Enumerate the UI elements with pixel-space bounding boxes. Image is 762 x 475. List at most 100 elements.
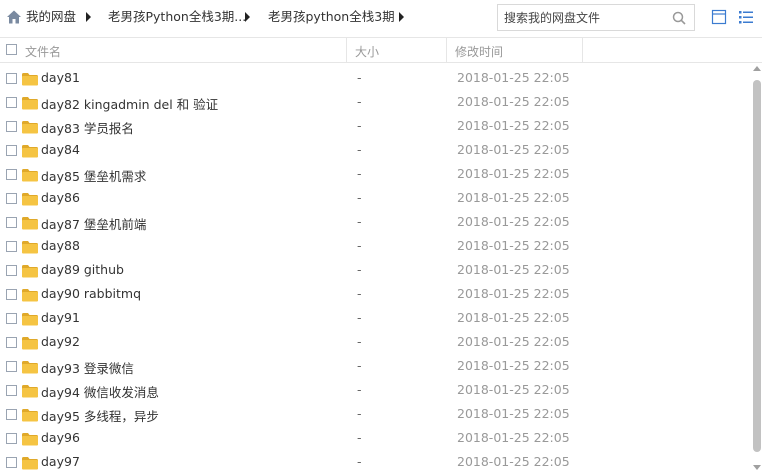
file-row[interactable]: day84 - 2018-01-25 22:05 (0, 138, 750, 162)
select-all-checkbox[interactable] (6, 44, 17, 55)
file-modified-time: 2018-01-25 22:05 (457, 286, 570, 301)
column-modified-header[interactable]: 修改时间 (455, 43, 503, 60)
file-modified-time: 2018-01-25 22:05 (457, 238, 570, 253)
row-checkbox[interactable] (6, 121, 17, 132)
home-icon[interactable] (6, 9, 22, 25)
file-name[interactable]: day93 登录微信 (41, 358, 134, 377)
file-row[interactable]: day87 堡垒机前端 - 2018-01-25 22:05 (0, 210, 750, 234)
chevron-right-icon (399, 12, 404, 22)
file-name[interactable]: day91 (41, 310, 80, 325)
file-row[interactable]: day93 登录微信 - 2018-01-25 22:05 (0, 354, 750, 378)
column-header: 文件名 大小 修改时间 (0, 37, 762, 63)
row-checkbox[interactable] (6, 289, 17, 300)
row-checkbox[interactable] (6, 193, 17, 204)
folder-icon (22, 433, 38, 446)
folder-icon (22, 337, 38, 350)
search-box (497, 4, 695, 31)
file-name[interactable]: day90 rabbitmq (41, 286, 141, 301)
file-row[interactable]: day94 微信收发消息 - 2018-01-25 22:05 (0, 378, 750, 402)
file-name[interactable]: day94 微信收发消息 (41, 382, 159, 401)
scroll-down-arrow[interactable] (753, 465, 761, 470)
folder-icon (22, 361, 38, 374)
file-name[interactable]: day84 (41, 142, 80, 157)
file-modified-time: 2018-01-25 22:05 (457, 70, 570, 85)
file-row[interactable]: day82 kingadmin del 和 验证 - 2018-01-25 22:0… (0, 90, 750, 114)
folder-icon (22, 217, 38, 230)
file-name[interactable]: day85 堡垒机需求 (41, 166, 146, 185)
file-row[interactable]: day85 堡垒机需求 - 2018-01-25 22:05 (0, 162, 750, 186)
file-modified-time: 2018-01-25 22:05 (457, 142, 570, 157)
folder-icon (22, 121, 38, 134)
file-row[interactable]: day86 - 2018-01-25 22:05 (0, 186, 750, 210)
breadcrumb-item-current[interactable]: 老男孩python全栈3期 (268, 9, 395, 25)
row-checkbox[interactable] (6, 145, 17, 156)
folder-icon (22, 457, 38, 470)
file-name[interactable]: day87 堡垒机前端 (41, 214, 146, 233)
breadcrumb-item-parent[interactable]: 老男孩Python全栈3期... (108, 9, 246, 25)
file-name[interactable]: day92 (41, 334, 80, 349)
row-checkbox[interactable] (6, 313, 17, 324)
file-size: - (357, 382, 362, 397)
row-checkbox[interactable] (6, 73, 17, 84)
row-checkbox[interactable] (6, 337, 17, 348)
file-modified-time: 2018-01-25 22:05 (457, 166, 570, 181)
file-size: - (357, 238, 362, 253)
file-row[interactable]: day96 - 2018-01-25 22:05 (0, 426, 750, 450)
file-row[interactable]: day92 - 2018-01-25 22:05 (0, 330, 750, 354)
row-checkbox[interactable] (6, 457, 17, 468)
file-modified-time: 2018-01-25 22:05 (457, 118, 570, 133)
row-checkbox[interactable] (6, 97, 17, 108)
row-checkbox[interactable] (6, 241, 17, 252)
folder-icon (22, 409, 38, 422)
column-divider[interactable] (582, 38, 583, 62)
row-checkbox[interactable] (6, 385, 17, 396)
file-name[interactable]: day83 学员报名 (41, 118, 134, 137)
file-name[interactable]: day95 多线程，异步 (41, 406, 159, 425)
file-row[interactable]: day90 rabbitmq - 2018-01-25 22:05 (0, 282, 750, 306)
file-name[interactable]: day88 (41, 238, 80, 253)
file-name[interactable]: day81 (41, 70, 80, 85)
file-row[interactable]: day88 - 2018-01-25 22:05 (0, 234, 750, 258)
folder-icon (22, 169, 38, 182)
file-name[interactable]: day96 (41, 430, 80, 445)
file-size: - (357, 262, 362, 277)
file-size: - (357, 406, 362, 421)
file-row[interactable]: day97 - 2018-01-25 22:05 (0, 450, 750, 474)
file-modified-time: 2018-01-25 22:05 (457, 214, 570, 229)
file-size: - (357, 310, 362, 325)
file-name[interactable]: day86 (41, 190, 80, 205)
scroll-up-arrow[interactable] (753, 66, 761, 71)
chevron-right-icon (245, 12, 250, 22)
file-row[interactable]: day89 github - 2018-01-25 22:05 (0, 258, 750, 282)
file-row[interactable]: day95 多线程，异步 - 2018-01-25 22:05 (0, 402, 750, 426)
file-row[interactable]: day91 - 2018-01-25 22:05 (0, 306, 750, 330)
folder-icon (22, 265, 38, 278)
file-name[interactable]: day89 github (41, 262, 124, 277)
file-size: - (357, 142, 362, 157)
column-divider[interactable] (446, 38, 447, 62)
file-size: - (357, 70, 362, 85)
breadcrumb-item-root[interactable]: 我的网盘 (26, 9, 76, 25)
row-checkbox[interactable] (6, 217, 17, 228)
file-size: - (357, 358, 362, 373)
file-name[interactable]: day82 kingadmin del 和 验证 (41, 94, 218, 113)
file-size: - (357, 214, 362, 229)
row-checkbox[interactable] (6, 409, 17, 420)
search-icon[interactable] (672, 11, 686, 25)
row-checkbox[interactable] (6, 433, 17, 444)
file-row[interactable]: day83 学员报名 - 2018-01-25 22:05 (0, 114, 750, 138)
file-list: day81 - 2018-01-25 22:05 day82 kingadmin de… (0, 64, 750, 475)
column-divider[interactable] (346, 38, 347, 62)
list-view-icon[interactable] (738, 9, 754, 25)
file-row[interactable]: day81 - 2018-01-25 22:05 (0, 66, 750, 90)
column-name-header[interactable]: 文件名 (25, 43, 61, 60)
grid-view-icon[interactable] (711, 9, 727, 25)
file-name[interactable]: day97 (41, 454, 80, 469)
column-size-header[interactable]: 大小 (355, 43, 379, 60)
row-checkbox[interactable] (6, 169, 17, 180)
row-checkbox[interactable] (6, 265, 17, 276)
scrollbar-thumb[interactable] (753, 80, 761, 452)
file-size: - (357, 166, 362, 181)
search-input[interactable] (504, 9, 664, 27)
row-checkbox[interactable] (6, 361, 17, 372)
